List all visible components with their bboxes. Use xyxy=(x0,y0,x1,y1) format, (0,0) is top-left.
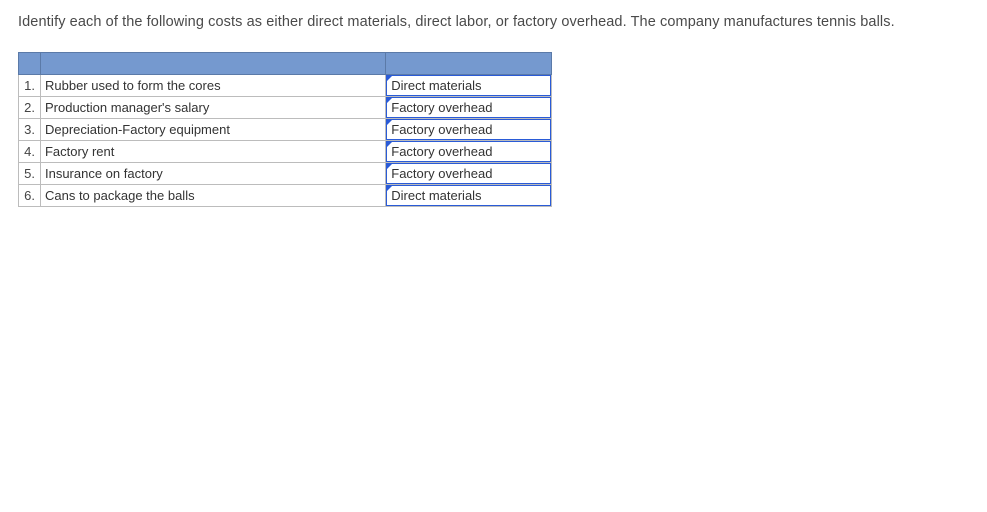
row-description: Insurance on factory xyxy=(40,163,385,185)
answer-value: Factory overhead xyxy=(391,122,492,137)
dropdown-indicator-icon xyxy=(387,164,392,169)
table-header-row xyxy=(19,53,552,75)
answer-value: Direct materials xyxy=(391,78,481,93)
answer-dropdown[interactable]: Factory overhead xyxy=(386,97,551,118)
dropdown-indicator-icon xyxy=(387,142,392,147)
row-number: 5. xyxy=(19,163,41,185)
row-description: Factory rent xyxy=(40,141,385,163)
table-row: 2. Production manager's salary Factory o… xyxy=(19,97,552,119)
answer-value: Factory overhead xyxy=(391,100,492,115)
table-row: 3. Depreciation-Factory equipment Factor… xyxy=(19,119,552,141)
answer-dropdown[interactable]: Factory overhead xyxy=(386,163,551,184)
answer-dropdown[interactable]: Factory overhead xyxy=(386,141,551,162)
answer-value: Factory overhead xyxy=(391,144,492,159)
row-description: Cans to package the balls xyxy=(40,185,385,207)
question-instruction: Identify each of the following costs as … xyxy=(18,14,969,30)
answer-dropdown[interactable]: Factory overhead xyxy=(386,119,551,140)
dropdown-indicator-icon xyxy=(387,186,392,191)
row-number: 4. xyxy=(19,141,41,163)
dropdown-indicator-icon xyxy=(387,120,392,125)
answer-dropdown[interactable]: Direct materials xyxy=(386,75,551,96)
row-number: 1. xyxy=(19,75,41,97)
answer-value: Factory overhead xyxy=(391,166,492,181)
answer-dropdown[interactable]: Direct materials xyxy=(386,185,551,206)
row-description: Production manager's salary xyxy=(40,97,385,119)
row-number: 6. xyxy=(19,185,41,207)
dropdown-indicator-icon xyxy=(387,98,392,103)
table-row: 6. Cans to package the balls Direct mate… xyxy=(19,185,552,207)
table-row: 5. Insurance on factory Factory overhead xyxy=(19,163,552,185)
dropdown-indicator-icon xyxy=(387,76,392,81)
row-number: 3. xyxy=(19,119,41,141)
header-number-cell xyxy=(19,53,41,75)
table-row: 4. Factory rent Factory overhead xyxy=(19,141,552,163)
header-description-cell xyxy=(40,53,385,75)
row-description: Depreciation-Factory equipment xyxy=(40,119,385,141)
table-row: 1. Rubber used to form the cores Direct … xyxy=(19,75,552,97)
row-number: 2. xyxy=(19,97,41,119)
header-answer-cell xyxy=(386,53,552,75)
answer-value: Direct materials xyxy=(391,188,481,203)
cost-classification-table: 1. Rubber used to form the cores Direct … xyxy=(18,52,552,207)
row-description: Rubber used to form the cores xyxy=(40,75,385,97)
